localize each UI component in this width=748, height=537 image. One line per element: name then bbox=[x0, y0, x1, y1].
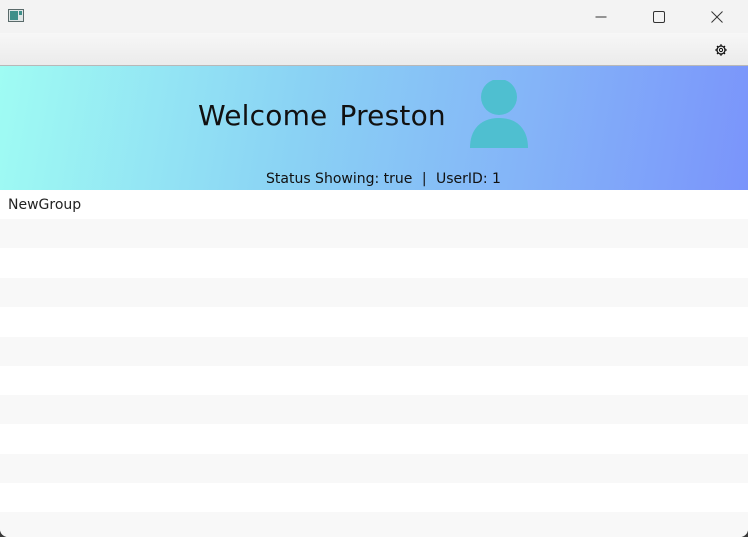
userid-value: 1 bbox=[492, 171, 501, 187]
settings-button[interactable] bbox=[711, 40, 731, 60]
status-value: true bbox=[383, 171, 413, 187]
close-icon bbox=[711, 10, 723, 23]
list-item[interactable] bbox=[0, 454, 748, 483]
minimize-icon bbox=[595, 16, 607, 17]
list-item[interactable] bbox=[0, 219, 748, 248]
maximize-button[interactable] bbox=[636, 0, 682, 33]
toolbar bbox=[0, 33, 748, 66]
app-window-icon bbox=[8, 9, 24, 22]
title-bar[interactable] bbox=[0, 0, 748, 33]
list-item[interactable] bbox=[0, 307, 748, 336]
userid-label: UserID: bbox=[436, 171, 488, 187]
user-name: Preston bbox=[339, 99, 446, 132]
status-separator: | bbox=[421, 171, 427, 187]
gear-icon bbox=[715, 44, 727, 56]
status-line: Status Showing: true | UserID: 1 bbox=[266, 171, 501, 187]
list-item[interactable]: NewGroup bbox=[0, 190, 748, 219]
welcome-label: Welcome bbox=[198, 99, 328, 132]
welcome-title: Welcome Preston bbox=[198, 99, 446, 132]
group-list[interactable]: NewGroup bbox=[0, 190, 748, 537]
maximize-icon bbox=[653, 10, 665, 23]
app-window: Welcome Preston Status Showing: true | Us… bbox=[0, 0, 748, 537]
close-button[interactable] bbox=[694, 0, 740, 33]
list-item[interactable] bbox=[0, 249, 748, 278]
user-avatar-icon bbox=[470, 80, 528, 148]
status-label: Status Showing: bbox=[266, 171, 380, 187]
list-item[interactable] bbox=[0, 424, 748, 453]
welcome-header: Welcome Preston Status Showing: true | Us… bbox=[0, 66, 748, 190]
list-item[interactable] bbox=[0, 278, 748, 307]
list-item[interactable] bbox=[0, 337, 748, 366]
list-item[interactable] bbox=[0, 483, 748, 512]
list-item[interactable] bbox=[0, 366, 748, 395]
minimize-button[interactable] bbox=[578, 0, 624, 33]
list-item[interactable] bbox=[0, 512, 748, 537]
list-item[interactable] bbox=[0, 395, 748, 424]
